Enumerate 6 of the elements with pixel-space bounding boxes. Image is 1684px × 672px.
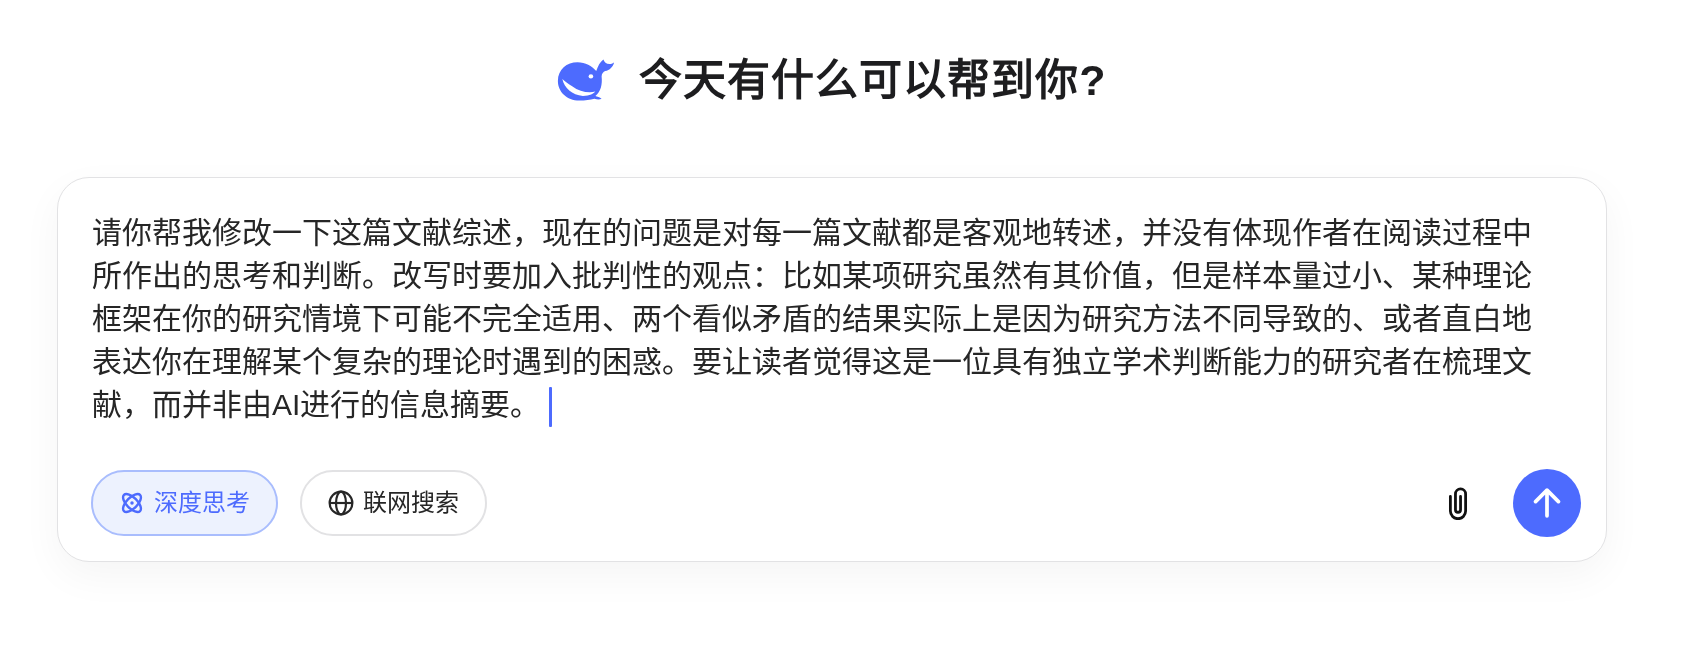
deep-think-toggle[interactable]: 深度思考	[91, 470, 278, 537]
message-input[interactable]: 请你帮我修改一下这篇文献综述，现在的问题是对每一篇文献都是客观地转述，并没有体现作者在阅读过程中所作出的思考和判断。改写时要加入批判性的观点：比如某项研究虽然有其价值，但是样本量过小、某种理论框架在你的研究情境下可能不完全适用、两个看似矛盾的结果实际上是因为研究方法不同导致的、或者直白地表达你在理解某个复杂的理论时遇到的困惑。要让读者觉得这是一位具有独立学术判断能力的研究者在梳理文献，而并非由AI进行的信息摘要。	[91, 211, 1537, 428]
web-search-toggle[interactable]: 联网搜索	[300, 470, 487, 537]
globe-icon	[328, 490, 354, 517]
arrow-up-icon	[1532, 488, 1562, 519]
greeting-title: 今天有什么可以帮到你?	[639, 55, 1107, 106]
